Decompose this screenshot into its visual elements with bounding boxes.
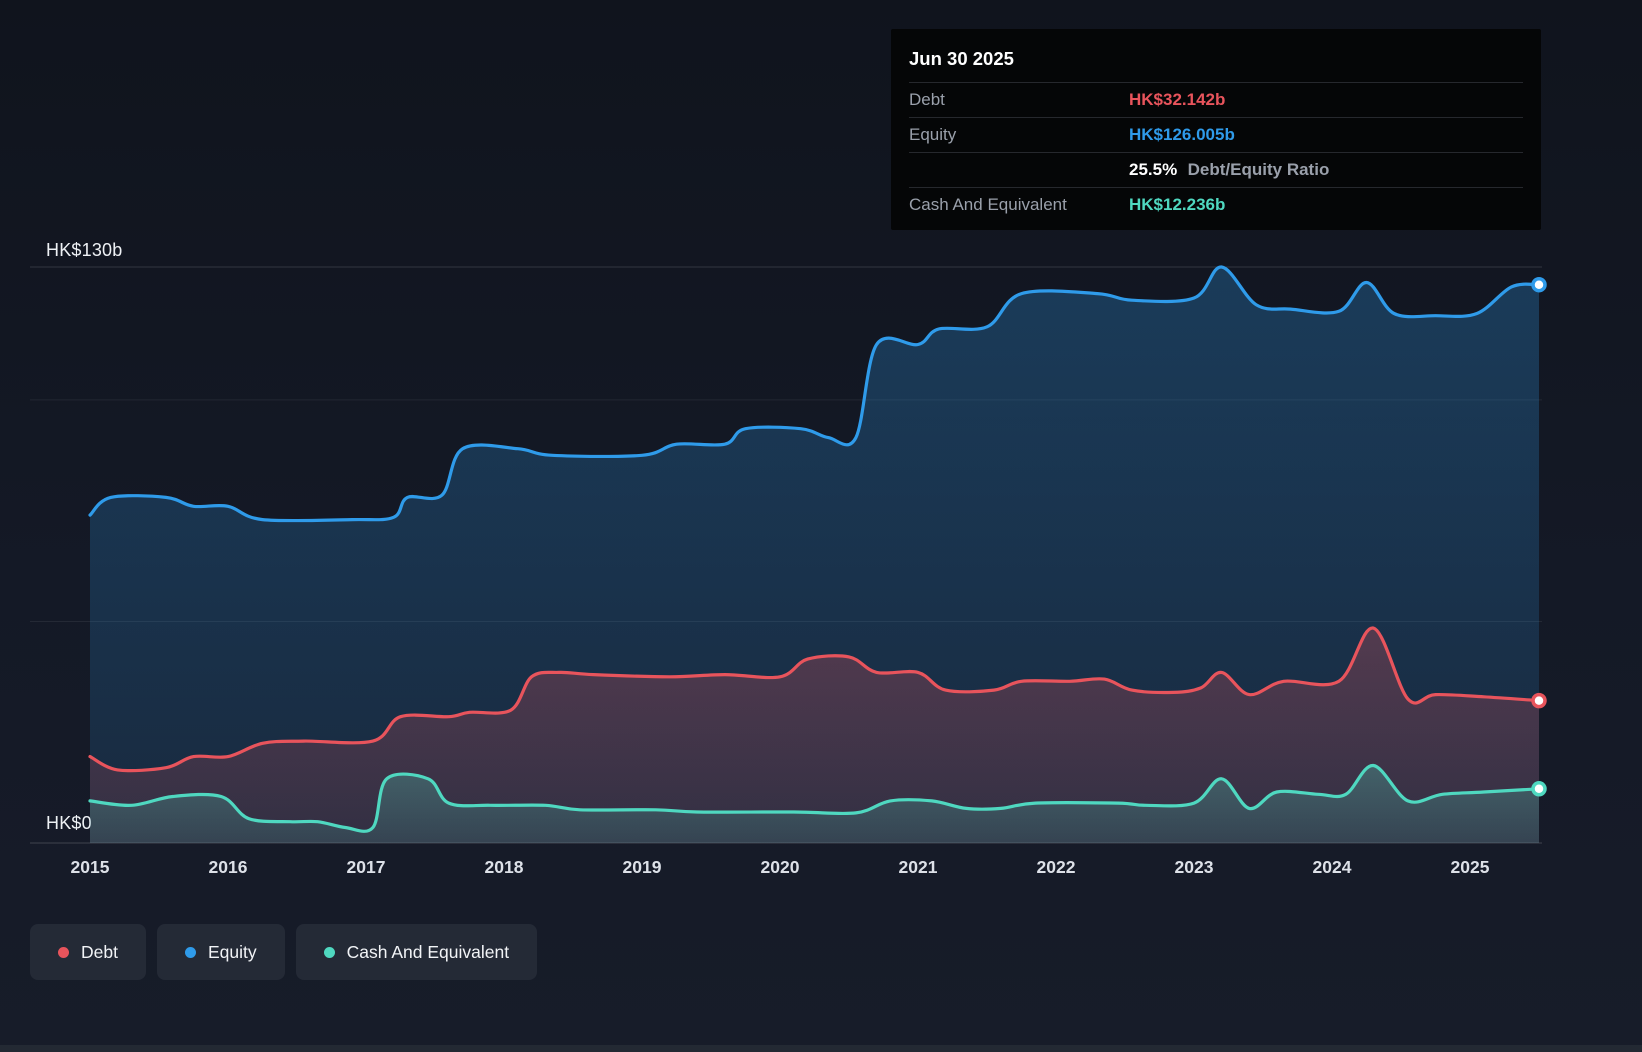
tooltip-cash-label: Cash And Equivalent [909, 195, 1067, 214]
tooltip-debt-label: Debt [909, 90, 945, 109]
legend-item-debt[interactable]: Debt [30, 924, 146, 980]
x-tick-label-2016: 2016 [208, 857, 248, 877]
debt-equity-chart-page: Jun 30 2025 Debt HK$32.142b Equity HK$12… [0, 0, 1642, 1052]
x-tick-label-2019: 2019 [622, 857, 662, 877]
legend-item-equity[interactable]: Equity [156, 924, 285, 980]
chart-plot-area[interactable] [30, 250, 1547, 850]
legend-label-equity: Equity [207, 941, 257, 962]
tooltip-ratio-row: 25.5% Debt/Equity Ratio [909, 152, 1523, 187]
legend: Debt Equity Cash And Equivalent [30, 924, 538, 980]
tooltip: Jun 30 2025 Debt HK$32.142b Equity HK$12… [891, 29, 1541, 230]
footer-bar [0, 1045, 1642, 1052]
cash-endpoint-marker [1531, 781, 1547, 797]
tooltip-ratio-value: 25.5% [1129, 160, 1178, 179]
x-tick-label-2022: 2022 [1036, 857, 1076, 877]
x-tick-label-2018: 2018 [484, 857, 524, 877]
legend-label-cash: Cash And Equivalent [346, 941, 510, 962]
tooltip-ratio-label: Debt/Equity Ratio [1187, 160, 1330, 179]
tooltip-ratio-cell: 25.5% Debt/Equity Ratio [1129, 160, 1523, 180]
x-tick-label-2015: 2015 [70, 857, 110, 877]
equity-endpoint-marker [1531, 276, 1547, 293]
equity-legend-dot-icon [184, 946, 196, 958]
x-tick-label-2025: 2025 [1450, 857, 1490, 877]
legend-label-debt: Debt [81, 941, 118, 962]
debt-legend-dot-icon [58, 946, 69, 958]
x-tick-label-2017: 2017 [346, 857, 386, 877]
x-tick-label-2024: 2024 [1312, 857, 1352, 877]
x-axis: 2015 2016 2017 2018 2019 2020 2021 2022 2023 2024… [30, 857, 1542, 883]
tooltip-debt-value: HK$32.142b [1129, 90, 1226, 109]
x-tick-label-2023: 2023 [1174, 857, 1214, 877]
debt-endpoint-marker [1531, 692, 1547, 709]
tooltip-debt-row: Debt HK$32.142b [909, 82, 1523, 117]
x-tick-label-2020: 2020 [760, 857, 800, 877]
tooltip-cash-row: Cash And Equivalent HK$12.236b [909, 187, 1523, 222]
tooltip-equity-label: Equity [909, 125, 957, 144]
x-tick-label-2021: 2021 [898, 857, 938, 877]
tooltip-equity-value: HK$126.005b [1129, 125, 1235, 144]
cash-legend-dot-icon [323, 946, 335, 958]
tooltip-date: Jun 30 2025 [909, 48, 1014, 69]
legend-item-cash[interactable]: Cash And Equivalent [295, 924, 538, 980]
tooltip-cash-value: HK$12.236b [1129, 195, 1226, 214]
tooltip-equity-row: Equity HK$126.005b [909, 117, 1523, 152]
